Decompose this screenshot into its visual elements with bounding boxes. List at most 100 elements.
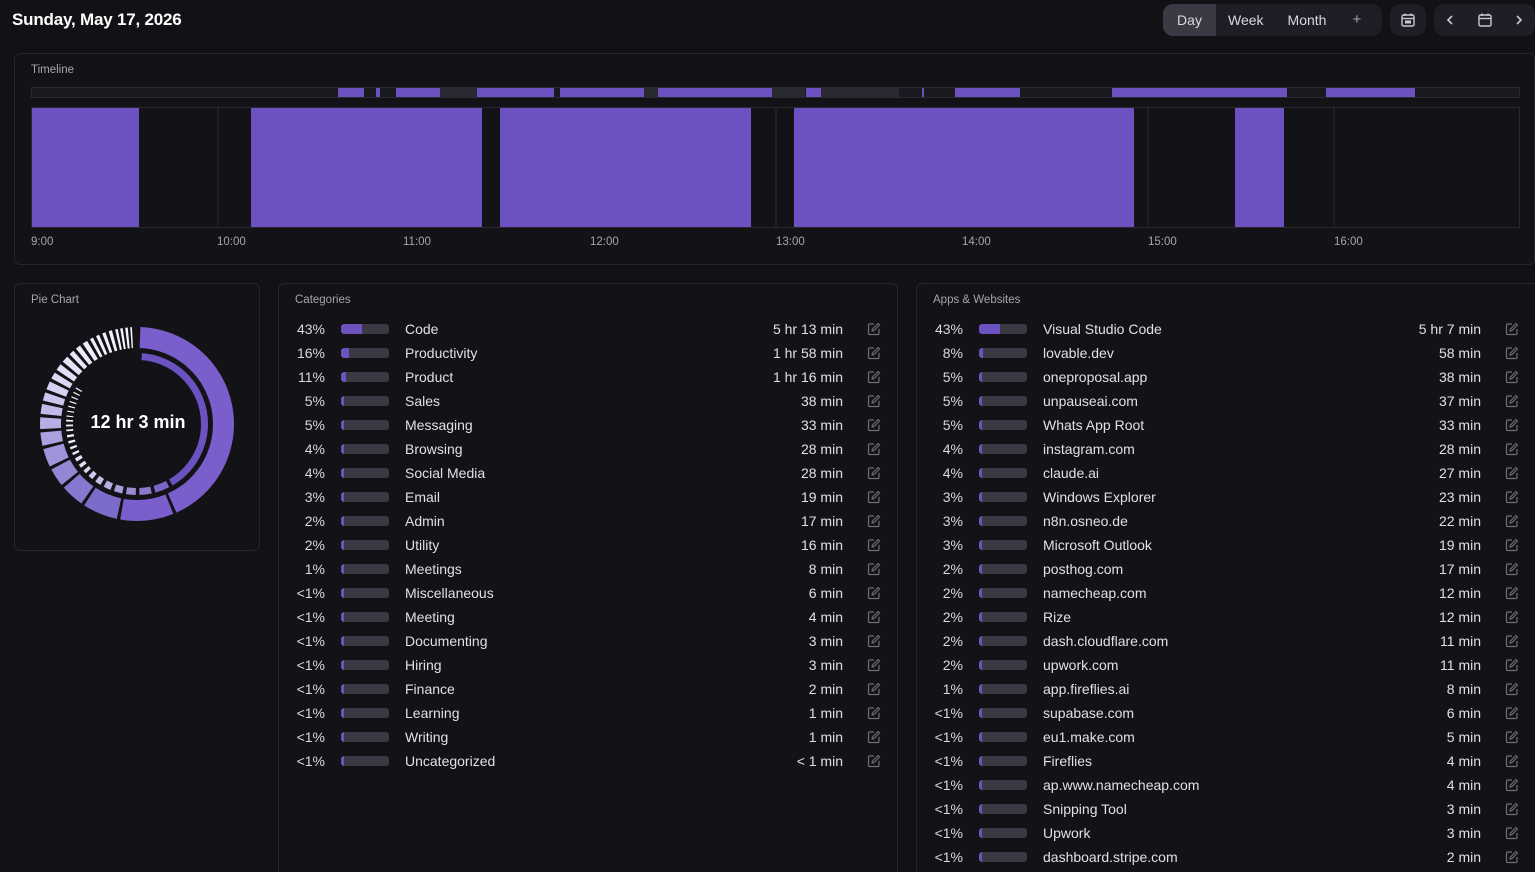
app-row[interactable]: <1% eu1.make.com 5 min	[917, 725, 1535, 749]
app-row[interactable]: 4% instagram.com 28 min	[917, 437, 1535, 461]
donut-inner-slice[interactable]	[68, 405, 76, 409]
app-row[interactable]: 1% app.fireflies.ai 8 min	[917, 677, 1535, 701]
app-row[interactable]: 2% upwork.com 11 min	[917, 653, 1535, 677]
chevron-right-icon[interactable]	[1513, 14, 1525, 26]
category-row[interactable]: <1% Hiring 3 min	[279, 653, 897, 677]
donut-inner-slice[interactable]	[88, 470, 97, 480]
category-row[interactable]: 43% Code 5 hr 13 min	[279, 317, 897, 341]
donut-inner-slice[interactable]	[103, 480, 114, 490]
donut-inner-slice[interactable]	[74, 455, 83, 462]
timeline-overview-strip[interactable]	[31, 87, 1520, 98]
category-row[interactable]: 2% Utility 16 min	[279, 533, 897, 557]
tab-month[interactable]: Month	[1276, 4, 1339, 36]
edit-icon[interactable]	[867, 610, 881, 624]
edit-icon[interactable]	[1505, 490, 1519, 504]
edit-icon[interactable]	[1505, 394, 1519, 408]
edit-icon[interactable]	[867, 442, 881, 456]
app-row[interactable]: 43% Visual Studio Code 5 hr 7 min	[917, 317, 1535, 341]
timeline-chart[interactable]	[31, 107, 1520, 228]
category-row[interactable]: 5% Sales 38 min	[279, 389, 897, 413]
edit-icon[interactable]	[867, 730, 881, 744]
category-row[interactable]: 5% Messaging 33 min	[279, 413, 897, 437]
donut-inner-slice[interactable]	[75, 387, 83, 392]
edit-icon[interactable]	[867, 682, 881, 696]
donut-inner-slice[interactable]	[95, 475, 105, 485]
calendar-icon[interactable]	[1477, 12, 1493, 28]
donut-slice[interactable]	[120, 494, 174, 521]
edit-icon[interactable]	[1505, 466, 1519, 480]
edit-icon[interactable]	[1505, 730, 1519, 744]
category-row[interactable]: <1% Miscellaneous 6 min	[279, 581, 897, 605]
tab-day[interactable]: Day	[1163, 4, 1216, 36]
edit-icon[interactable]	[867, 466, 881, 480]
donut-inner-slice[interactable]	[66, 434, 75, 438]
app-row[interactable]: 3% n8n.osneo.de 22 min	[917, 509, 1535, 533]
app-row[interactable]: <1% Snipping Tool 3 min	[917, 797, 1535, 821]
edit-icon[interactable]	[1505, 658, 1519, 672]
edit-icon[interactable]	[1505, 586, 1519, 600]
donut-inner-slice[interactable]	[72, 450, 80, 456]
edit-icon[interactable]	[867, 658, 881, 672]
edit-icon[interactable]	[867, 394, 881, 408]
category-row[interactable]: <1% Learning 1 min	[279, 701, 897, 725]
category-row[interactable]: 16% Productivity 1 hr 58 min	[279, 341, 897, 365]
edit-icon[interactable]	[1505, 418, 1519, 432]
donut-slice[interactable]	[130, 327, 134, 349]
app-row[interactable]: 2% dash.cloudflare.com 11 min	[917, 629, 1535, 653]
app-row[interactable]: 2% namecheap.com 12 min	[917, 581, 1535, 605]
edit-icon[interactable]	[867, 706, 881, 720]
app-row[interactable]: <1% Upwork 3 min	[917, 821, 1535, 845]
edit-icon[interactable]	[1505, 442, 1519, 456]
tab-week[interactable]: Week	[1216, 4, 1276, 36]
donut-inner-slice[interactable]	[78, 460, 87, 468]
app-row[interactable]: <1% ap.www.namecheap.com 4 min	[917, 773, 1535, 797]
app-row[interactable]: 5% oneproposal.app 38 min	[917, 365, 1535, 389]
edit-icon[interactable]	[867, 490, 881, 504]
donut-inner-slice[interactable]	[83, 465, 91, 474]
edit-icon[interactable]	[1505, 346, 1519, 360]
app-row[interactable]: 5% Whats App Root 33 min	[917, 413, 1535, 437]
edit-icon[interactable]	[867, 634, 881, 648]
edit-icon[interactable]	[1505, 562, 1519, 576]
category-row[interactable]: <1% Meeting 4 min	[279, 605, 897, 629]
calendar-today-button[interactable]	[1390, 4, 1426, 36]
donut-inner-slice[interactable]	[68, 439, 76, 444]
app-row[interactable]: 8% lovable.dev 58 min	[917, 341, 1535, 365]
donut-inner-slice[interactable]	[69, 400, 77, 405]
edit-icon[interactable]	[1505, 802, 1519, 816]
edit-icon[interactable]	[867, 346, 881, 360]
edit-icon[interactable]	[867, 370, 881, 384]
category-row[interactable]: 2% Admin 17 min	[279, 509, 897, 533]
category-row[interactable]: 4% Browsing 28 min	[279, 437, 897, 461]
edit-icon[interactable]	[867, 514, 881, 528]
app-row[interactable]: 4% claude.ai 27 min	[917, 461, 1535, 485]
category-row[interactable]: 11% Product 1 hr 16 min	[279, 365, 897, 389]
chevron-left-icon[interactable]	[1444, 14, 1456, 26]
app-row[interactable]: <1% dashboard.stripe.com 2 min	[917, 845, 1535, 869]
app-row[interactable]: 3% Windows Explorer 23 min	[917, 485, 1535, 509]
donut-inner-slice[interactable]	[73, 391, 80, 396]
app-row[interactable]: 5% unpauseai.com 37 min	[917, 389, 1535, 413]
edit-icon[interactable]	[1505, 778, 1519, 792]
app-row[interactable]: <1% Fireflies 4 min	[917, 749, 1535, 773]
edit-icon[interactable]	[867, 754, 881, 768]
edit-icon[interactable]	[1505, 682, 1519, 696]
category-row[interactable]: 4% Social Media 28 min	[279, 461, 897, 485]
category-row[interactable]: 1% Meetings 8 min	[279, 557, 897, 581]
app-row[interactable]: <1% supabase.com 6 min	[917, 701, 1535, 725]
category-row[interactable]: <1% Documenting 3 min	[279, 629, 897, 653]
edit-icon[interactable]	[867, 586, 881, 600]
add-view-button[interactable]: +	[1338, 4, 1375, 36]
edit-icon[interactable]	[1505, 706, 1519, 720]
category-row[interactable]: <1% Uncategorized < 1 min	[279, 749, 897, 773]
app-row[interactable]: 3% Microsoft Outlook 19 min	[917, 533, 1535, 557]
edit-icon[interactable]	[1505, 370, 1519, 384]
app-row[interactable]: 2% Rize 12 min	[917, 605, 1535, 629]
donut-inner-slice[interactable]	[69, 444, 78, 450]
category-row[interactable]: <1% Finance 2 min	[279, 677, 897, 701]
edit-icon[interactable]	[867, 538, 881, 552]
edit-icon[interactable]	[1505, 754, 1519, 768]
donut-inner-slice[interactable]	[139, 486, 152, 495]
edit-icon[interactable]	[1505, 514, 1519, 528]
edit-icon[interactable]	[1505, 322, 1519, 336]
